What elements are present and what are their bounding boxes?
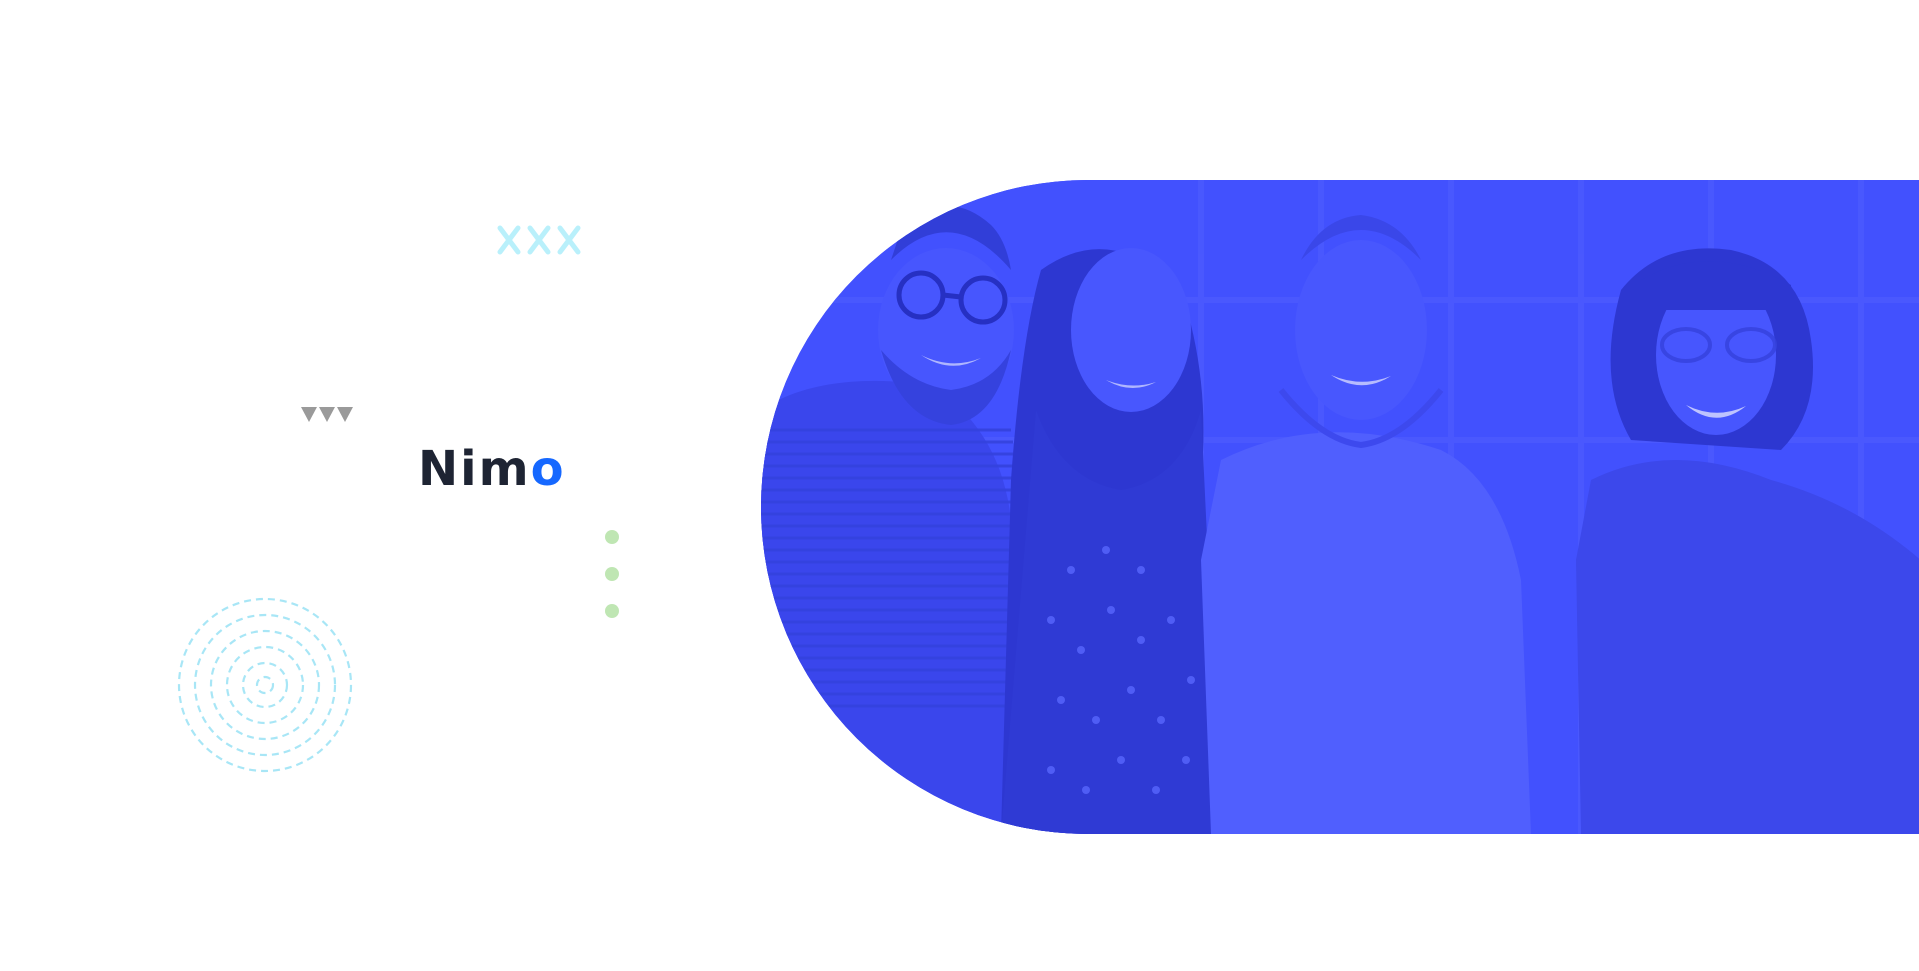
page: Nimo [0, 0, 1919, 971]
triangle-row-icon [301, 406, 357, 424]
brand-logo[interactable]: Nimo [418, 437, 566, 501]
brand-logo-accent: o [530, 441, 566, 497]
brand-logo-main: Nim [418, 441, 531, 497]
concentric-rings-icon [175, 595, 355, 775]
cross-row-icon [496, 224, 582, 258]
team-photo-image [761, 180, 1919, 834]
dot-column-icon [603, 528, 621, 622]
